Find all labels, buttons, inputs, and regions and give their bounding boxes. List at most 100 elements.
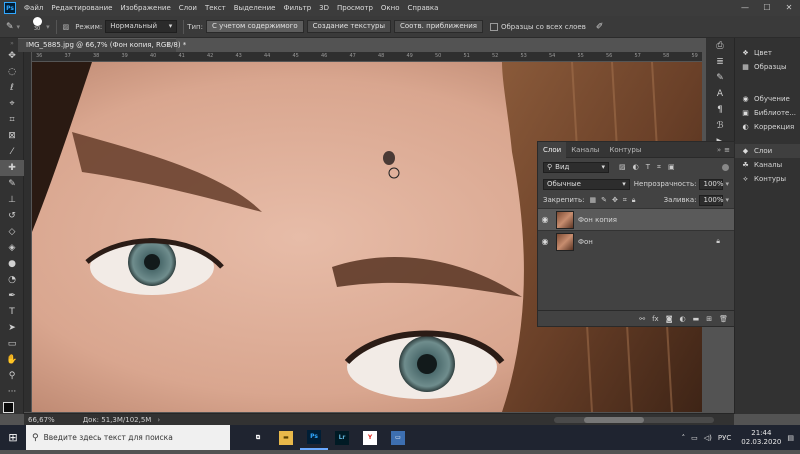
brush-picker-chevron-icon[interactable]: ▾ [46,23,50,31]
type-tool-icon[interactable]: T [0,304,24,320]
windows-start-icon[interactable]: ⊞ [0,425,26,450]
clone-stamp-tool-icon[interactable]: ⊥ [0,192,24,208]
zoom-level[interactable]: 66,67% [28,416,55,424]
layer-lock-icon[interactable]: 🔒︎ [716,237,720,246]
layer-row-background[interactable]: ◉ Фон 🔒︎ [538,230,734,252]
blend-mode-select[interactable]: Обычные ▾ [543,178,630,190]
lightroom-icon[interactable]: Lr [328,425,356,450]
history-panel-icon[interactable]: ⎙ [706,38,734,54]
filter-type-icon[interactable]: T [646,163,650,171]
brush-settings-panel-icon[interactable]: ✎ [706,70,734,86]
notifications-icon[interactable]: ▤ [787,434,794,442]
delete-layer-icon[interactable]: 🗑︎ [719,315,728,323]
filter-pixel-icon[interactable]: ▨ [619,163,626,171]
fill-input[interactable]: 100% [699,194,724,206]
photoshop-taskbar-icon[interactable]: Ps [300,425,328,450]
layer-name[interactable]: Фон копия [578,216,617,224]
tab-paths[interactable]: Контуры [604,142,646,158]
taskbar-search-box[interactable]: ⚲ Введите здесь текст для поиска [26,425,230,450]
taskbar-clock[interactable]: 21:44 02.03.2020 [741,429,781,447]
hand-tool-icon[interactable]: ✋ [0,352,24,368]
foreground-color-swatch[interactable] [3,402,14,413]
tray-chevron-icon[interactable]: ˄ [682,434,686,442]
layer-style-icon[interactable]: fx [652,315,659,323]
pen-tool-icon[interactable]: ✒ [0,288,24,304]
filter-toggle[interactable] [722,163,729,171]
libraries-panel-tab[interactable]: ▣ Библиоте... [735,106,800,120]
yandex-browser-icon[interactable]: Y [356,425,384,450]
fill-chevron-icon[interactable]: ▾ [725,196,729,204]
color-panel-tab[interactable]: ❖ Цвет [735,46,800,60]
crop-tool-icon[interactable]: ⌗ [0,112,24,128]
rectangle-tool-icon[interactable]: ▭ [0,336,24,352]
learn-panel-tab[interactable]: ◉ Обучение [735,92,800,106]
lasso-tool-icon[interactable]: ℓ [0,80,24,96]
document-tab[interactable]: IMG_5885.jpg @ 66,7% (Фон копия, RGB/8) … [18,38,186,52]
lock-transparency-icon[interactable]: ▦ [589,196,596,204]
menu-window[interactable]: Окно [377,4,404,12]
volume-icon[interactable]: ◁) [704,434,712,442]
pressure-brush-icon[interactable]: ✐ [596,22,604,32]
more-tools-icon[interactable]: ··· [0,384,24,400]
scrollbar-thumb[interactable] [584,416,644,423]
task-view-icon[interactable]: ⧉ [244,425,272,450]
opacity-input[interactable]: 100% [699,178,724,190]
menu-view[interactable]: Просмотр [333,4,377,12]
link-layers-icon[interactable]: ⚯ [639,315,645,323]
swatches-panel-tab[interactable]: ▦ Образцы [735,60,800,74]
brush-preset-picker[interactable]: 30 [30,16,44,37]
sample-all-layers-checkbox[interactable]: Образцы со всех слоев [489,22,586,31]
tool-preset-chevron-icon[interactable]: ▾ [17,23,21,31]
status-expand-icon[interactable]: › [157,416,160,424]
visibility-eye-icon[interactable]: ◉ [538,215,552,224]
channels-panel-tab[interactable]: ☘ Каналы [735,158,800,172]
maximize-button[interactable]: ☐ [756,0,778,16]
minimize-button[interactable]: — [734,0,756,16]
network-icon[interactable]: ▭ [691,434,698,442]
filter-smart-object-icon[interactable]: ▣ [668,163,675,171]
character-panel-icon[interactable]: A [706,86,734,102]
path-selection-tool-icon[interactable]: ➤ [0,320,24,336]
layer-row-background-copy[interactable]: ◉ Фон копия [538,208,734,230]
zoom-tool-icon[interactable]: ⚲ [0,368,24,384]
lock-position-icon[interactable]: ✥ [612,196,618,204]
menu-filter[interactable]: Фильтр [279,4,315,12]
paths-panel-tab[interactable]: ⟡ Контуры [735,172,800,186]
brush-tool-icon[interactable]: ✎ [0,176,24,192]
brush-settings-icon[interactable]: ▨ [63,23,70,31]
marquee-tool-icon[interactable]: ◌ [0,64,24,80]
lock-all-icon[interactable]: 🔒︎ [632,196,636,205]
paragraph-panel-icon[interactable]: ¶ [706,102,734,118]
menu-file[interactable]: Файл [20,4,47,12]
file-explorer-icon[interactable]: ▬ [272,425,300,450]
menu-type[interactable]: Текст [201,4,230,12]
new-adjustment-layer-icon[interactable]: ◐ [680,315,686,323]
adjustments-panel-tab[interactable]: ◐ Коррекция [735,120,800,134]
filter-shape-icon[interactable]: ⌗ [657,163,661,172]
lock-artboard-icon[interactable]: ⌗ [623,196,627,205]
lock-pixels-icon[interactable]: ✎ [601,196,607,204]
new-layer-icon[interactable]: ⊞ [706,315,712,323]
create-texture-button[interactable]: Создание текстуры [306,20,392,33]
spot-healing-tool-icon[interactable]: ✚ [0,160,24,176]
mode-select[interactable]: Нормальный ▾ [105,20,178,33]
opacity-chevron-icon[interactable]: ▾ [725,180,729,188]
layer-filter-select[interactable]: ⚲ Вид ▾ [543,161,609,173]
close-document-icon[interactable]: ✕ [166,39,172,52]
eraser-tool-icon[interactable]: ◇ [0,224,24,240]
menu-edit[interactable]: Редактирование [47,4,116,12]
menu-layer[interactable]: Слои [175,4,201,12]
tab-channels[interactable]: Каналы [566,142,604,158]
quick-selection-tool-icon[interactable]: ⌖ [0,96,24,112]
collapse-panel-icon[interactable]: » [717,146,721,154]
add-mask-icon[interactable]: ◙ [666,315,673,323]
healing-brush-tool-icon[interactable]: ✎ [6,22,14,32]
language-indicator[interactable]: РУС [718,434,731,442]
color-swatches[interactable] [0,400,24,422]
content-aware-button[interactable]: С учетом содержимого [206,20,304,33]
paint-bucket-tool-icon[interactable]: ◈ [0,240,24,256]
history-brush-tool-icon[interactable]: ↺ [0,208,24,224]
dodge-tool-icon[interactable]: ◔ [0,272,24,288]
proximity-match-button[interactable]: Соотв. приближения [394,20,483,33]
visibility-eye-icon[interactable]: ◉ [538,237,552,246]
